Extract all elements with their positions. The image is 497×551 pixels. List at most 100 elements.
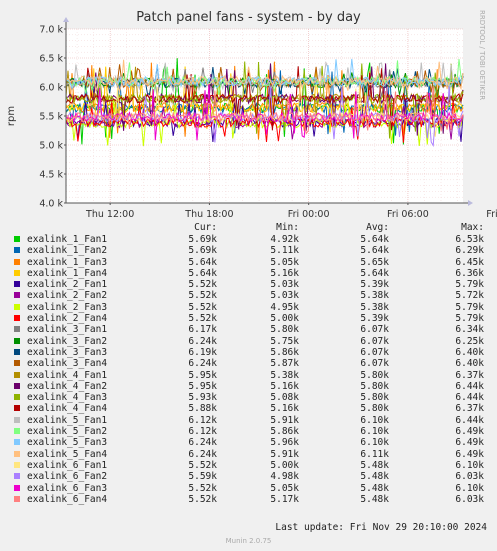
legend-cur: 5.52k <box>188 459 217 471</box>
legend-swatch <box>14 326 20 333</box>
legend-series-name: exalink_1_Fan3 <box>27 256 108 268</box>
legend-swatch <box>14 439 20 446</box>
legend-cur: 6.24k <box>188 437 217 449</box>
legend-max: 6.03k <box>455 471 484 483</box>
legend-row: exalink_2_Fan1 5.52k 5.03k 5.39k 5.79k <box>10 279 490 290</box>
legend-min: 4.98k <box>270 471 299 483</box>
legend-avg: 5.80k <box>360 380 389 392</box>
y-tick-label: 4.0 k <box>39 199 63 210</box>
legend-max: 6.37k <box>455 369 484 381</box>
legend-avg: 5.64k <box>360 245 389 257</box>
legend-series-name: exalink_2_Fan2 <box>27 290 108 302</box>
legend-series-name: exalink_4_Fan1 <box>27 369 108 381</box>
legend-cur: 5.52k <box>188 290 217 302</box>
legend-max: 6.44k <box>455 392 484 404</box>
legend-avg: 6.07k <box>360 358 389 370</box>
legend-max: 6.49k <box>455 448 484 460</box>
legend-cur: 5.93k <box>188 392 217 404</box>
legend-row: exalink_1_Fan2 5.69k 5.11k 5.64k 6.29k <box>10 245 490 256</box>
legend-swatch <box>14 495 20 502</box>
legend-max: 5.79k <box>455 301 484 313</box>
legend-series-name: exalink_1_Fan2 <box>27 245 108 257</box>
legend-series-name: exalink_2_Fan3 <box>27 301 108 313</box>
legend-max: 6.40k <box>455 358 484 370</box>
legend-min: 5.16k <box>270 403 299 415</box>
legend-swatch <box>14 315 20 322</box>
x-tick-label: Thu 12:00 <box>85 209 134 220</box>
legend-series-name: exalink_5_Fan3 <box>27 437 108 449</box>
x-tick-label: Fri 00:00 <box>288 209 330 220</box>
legend-row: exalink_1_Fan3 5.64k 5.05k 5.65k 6.45k <box>10 257 490 268</box>
legend-row: exalink_3_Fan2 6.24k 5.75k 6.07k 6.25k <box>10 336 490 347</box>
legend-cur: 5.52k <box>188 279 217 291</box>
legend-row: exalink_2_Fan4 5.52k 5.00k 5.39k 5.79k <box>10 313 490 324</box>
legend-cur: 5.52k <box>188 493 217 505</box>
legend-max: 6.03k <box>455 493 484 505</box>
legend-swatch <box>14 428 20 435</box>
legend-row: exalink_4_Fan1 5.95k 5.38k 5.80k 6.37k <box>10 370 490 381</box>
legend-max: 5.79k <box>455 313 484 325</box>
y-axis-arrow <box>63 17 69 22</box>
last-update: Last update: Fri Nov 29 20:10:00 2024 <box>275 522 487 533</box>
legend-min: 5.08k <box>270 392 299 404</box>
legend-avg: 6.10k <box>360 437 389 449</box>
legend-row: exalink_2_Fan3 5.52k 4.95k 5.38k 5.79k <box>10 302 490 313</box>
legend-series-name: exalink_1_Fan4 <box>27 267 108 279</box>
legend-max: 6.40k <box>455 346 484 358</box>
header-min: Min: <box>276 222 299 233</box>
legend-avg: 5.48k <box>360 459 389 471</box>
legend-cur: 5.69k <box>188 245 217 257</box>
legend-min: 5.00k <box>270 459 299 471</box>
legend-row: exalink_2_Fan2 5.52k 5.03k 5.38k 5.72k <box>10 290 490 301</box>
legend-min: 5.03k <box>270 290 299 302</box>
legend-row: exalink_6_Fan1 5.52k 5.00k 5.48k 6.10k <box>10 460 490 471</box>
munin-version: Munin 2.0.75 <box>225 537 272 545</box>
legend-swatch <box>14 461 20 468</box>
legend-row: exalink_4_Fan2 5.95k 5.16k 5.80k 6.44k <box>10 381 490 392</box>
legend-swatch <box>14 348 20 355</box>
x-tick-label: Thu 18:00 <box>184 209 233 220</box>
legend-cur: 5.95k <box>188 380 217 392</box>
y-tick-label: 7.0 k <box>39 25 63 36</box>
legend-cur: 5.52k <box>188 301 217 313</box>
legend-cur: 5.52k <box>188 313 217 325</box>
legend-min: 5.11k <box>270 245 299 257</box>
legend-avg: 5.80k <box>360 403 389 415</box>
legend-row: exalink_3_Fan1 6.17k 5.80k 6.07k 6.34k <box>10 324 490 335</box>
legend-max: 6.25k <box>455 335 484 347</box>
legend-min: 5.38k <box>270 369 299 381</box>
y-tick-label: 5.5 k <box>39 112 63 123</box>
legend-swatch <box>14 258 20 265</box>
legend-min: 5.86k <box>270 426 299 438</box>
legend-cur: 6.19k <box>188 346 217 358</box>
legend-swatch <box>14 450 20 457</box>
legend-swatch <box>14 269 20 276</box>
legend-max: 6.49k <box>455 426 484 438</box>
legend-swatch <box>14 303 20 310</box>
legend-cur: 5.88k <box>188 403 217 415</box>
legend-cur: 6.24k <box>188 335 217 347</box>
legend-avg: 6.07k <box>360 324 389 336</box>
legend-swatch <box>14 292 20 299</box>
legend-swatch <box>14 371 20 378</box>
legend-max: 6.45k <box>455 256 484 268</box>
legend-row: exalink_5_Fan4 6.24k 5.91k 6.11k 6.49k <box>10 449 490 460</box>
legend-max: 6.29k <box>455 245 484 257</box>
legend-swatch <box>14 416 20 423</box>
x-axis-arrow <box>468 200 473 206</box>
legend-avg: 5.80k <box>360 392 389 404</box>
legend-row: exalink_6_Fan4 5.52k 5.17k 5.48k 6.03k <box>10 494 490 505</box>
legend-series-name: exalink_3_Fan3 <box>27 346 108 358</box>
legend-swatch <box>14 405 20 412</box>
legend-min: 5.80k <box>270 324 299 336</box>
legend-max: 6.49k <box>455 437 484 449</box>
legend-max: 6.36k <box>455 267 484 279</box>
legend-series-name: exalink_6_Fan3 <box>27 482 108 494</box>
legend-min: 4.95k <box>270 301 299 313</box>
legend-avg: 6.11k <box>360 448 389 460</box>
legend-min: 5.75k <box>270 335 299 347</box>
legend-cur: 6.17k <box>188 324 217 336</box>
legend-row: exalink_5_Fan2 6.12k 5.86k 6.10k 6.49k <box>10 426 490 437</box>
y-tick-label: 5.0 k <box>39 141 63 152</box>
legend-avg: 5.65k <box>360 256 389 268</box>
